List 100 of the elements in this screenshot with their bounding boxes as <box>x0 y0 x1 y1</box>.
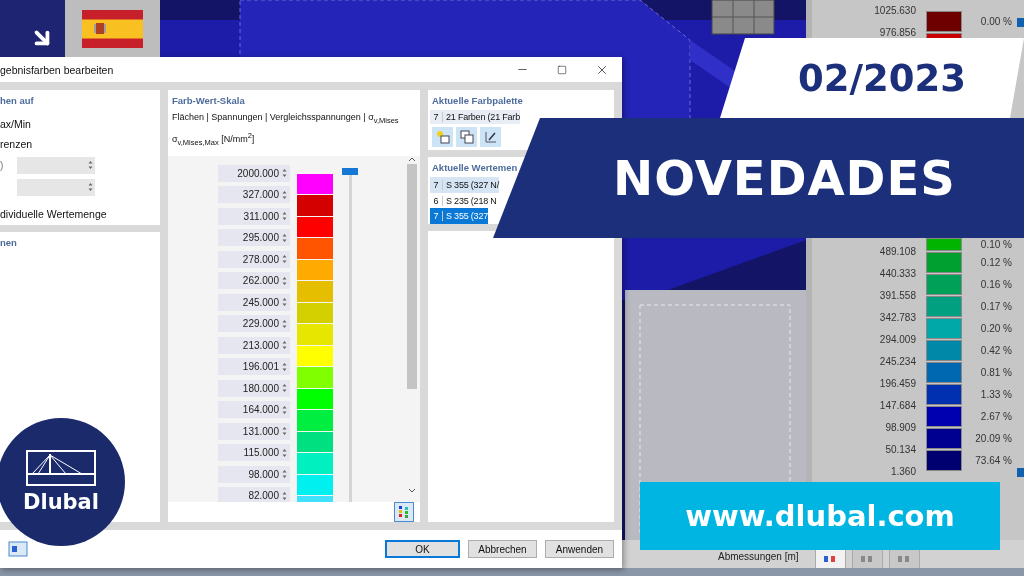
new-window-icon <box>435 130 450 144</box>
field-label: ) <box>0 159 5 171</box>
edition-date: 02/2023 <box>798 56 966 100</box>
section-heading: nen <box>0 236 18 250</box>
legend-value: 245.234 <box>879 355 916 369</box>
option-label: renzen <box>0 137 34 152</box>
value-field[interactable]: 245.000 <box>218 293 290 311</box>
color-swatch[interactable] <box>297 431 333 453</box>
legend-percent: 0.10 % <box>980 238 1012 252</box>
color-swatch[interactable] <box>297 238 333 259</box>
legend-value: 976.856 <box>879 26 916 38</box>
value-field[interactable]: 164.000 <box>218 401 290 419</box>
dialog-button[interactable]: Abbrechen <box>468 540 537 558</box>
spin-arrows-icon[interactable] <box>282 404 287 415</box>
edit-palette-button[interactable] <box>480 127 501 147</box>
section-heading: Aktuelle Wertemen <box>431 161 519 175</box>
value-field[interactable]: 180.000 <box>218 379 290 397</box>
palette-row[interactable]: 7 21 Farben (21 Farb <box>430 110 520 124</box>
color-swatch[interactable] <box>297 302 333 324</box>
color-swatch[interactable] <box>297 173 333 195</box>
legend-percent: 0.17 % <box>980 300 1012 314</box>
value-set-option[interactable]: 7 S 355 (327 <box>430 208 489 224</box>
value-field[interactable]: 229.000 <box>218 315 290 333</box>
legend-value: 1025.630 <box>874 4 916 18</box>
color-swatch[interactable] <box>297 388 333 410</box>
color-swatch[interactable] <box>297 367 333 388</box>
color-swatch[interactable] <box>297 345 333 367</box>
maximize-icon <box>557 64 567 75</box>
view-tab[interactable] <box>888 548 920 568</box>
spin-arrows-icon[interactable] <box>282 469 287 480</box>
section-heading: hen auf <box>0 94 35 108</box>
legend-percent: 0.00 % <box>980 15 1012 29</box>
spin-arrows-icon[interactable] <box>282 211 287 222</box>
window-title: gebnisfarben bearbeiten <box>0 63 115 76</box>
new-palette-button[interactable] <box>432 127 453 147</box>
value-field[interactable]: 196.001 <box>218 358 290 376</box>
view-tab[interactable] <box>814 548 846 568</box>
edit-icon <box>483 130 498 144</box>
spin-arrows-icon[interactable] <box>282 340 287 351</box>
value-field[interactable]: 262.000 <box>218 272 290 290</box>
value-set-combobox[interactable]: 7 S 355 (327 N/ <box>430 177 499 193</box>
scale-subtitle: σ$_{v,Mises,Max}$ [N/mm$^{2}$] <box>171 129 256 149</box>
color-scale-icon <box>398 505 410 519</box>
spin-arrows-icon[interactable] <box>282 383 287 394</box>
legend-value: 1.360 <box>890 465 916 479</box>
value-field[interactable]: 278.000 <box>218 250 290 268</box>
value-field[interactable]: 311.000 <box>218 207 290 225</box>
legend-value: 196.459 <box>879 377 916 391</box>
slider-thumb[interactable] <box>342 167 358 175</box>
bridge-icon <box>26 450 96 486</box>
scroll-down-icon[interactable] <box>408 488 416 494</box>
tab-icon <box>897 553 912 564</box>
units-icon[interactable] <box>8 541 28 557</box>
color-swatch[interactable] <box>297 195 333 216</box>
spin-arrows-icon[interactable] <box>282 447 287 458</box>
legend-value: 294.009 <box>879 333 916 347</box>
legend-percent: 73.64 % <box>975 454 1012 468</box>
spin-arrows-icon[interactable] <box>282 168 287 179</box>
value-field[interactable]: 2000.000 <box>218 164 290 182</box>
legend-percent: 0.16 % <box>980 278 1012 292</box>
logo-text: Dlubal <box>23 490 99 514</box>
scale-slider[interactable] <box>342 167 358 502</box>
color-swatch[interactable] <box>297 259 333 281</box>
color-swatch[interactable] <box>297 216 333 238</box>
scroll-up-icon[interactable] <box>408 155 416 162</box>
value-field[interactable]: 213.000 <box>218 336 290 354</box>
legend-value: 342.783 <box>879 311 916 325</box>
value-field[interactable]: 131.000 <box>218 422 290 440</box>
spin-arrows-icon[interactable] <box>282 426 287 437</box>
value-field[interactable]: 327.000 <box>218 186 290 204</box>
color-swatch[interactable] <box>297 410 333 431</box>
color-swatch[interactable] <box>297 324 333 345</box>
section-heading: Farb-Wert-Skala <box>171 94 246 108</box>
copy-icon <box>459 130 474 144</box>
range-marker-icon[interactable] <box>1017 18 1024 27</box>
option-label: ax/Min <box>0 117 32 132</box>
view-tab[interactable] <box>851 548 883 568</box>
legend-value: 440.333 <box>879 267 916 281</box>
range-marker-icon[interactable] <box>1017 468 1024 477</box>
color-swatch[interactable] <box>297 453 333 474</box>
spin-arrows-icon[interactable] <box>282 318 287 329</box>
value-field[interactable]: 82.000 <box>218 487 290 502</box>
dialog-button[interactable]: Anwenden <box>545 540 614 558</box>
value-field[interactable]: 98.000 <box>218 465 290 483</box>
value-field[interactable]: 115.000 <box>218 444 290 462</box>
spin-arrows-icon[interactable] <box>282 361 287 372</box>
copy-palette-button[interactable] <box>456 127 477 147</box>
color-swatch[interactable] <box>297 474 333 496</box>
spin-arrows-icon[interactable] <box>282 254 287 265</box>
value-field[interactable]: 295.000 <box>218 229 290 247</box>
scale-tool-button[interactable] <box>394 502 414 522</box>
spin-arrows-icon[interactable] <box>282 189 287 200</box>
color-swatch[interactable] <box>297 281 333 302</box>
dialog-button[interactable]: OK <box>385 540 460 558</box>
spin-arrows-icon[interactable] <box>282 297 287 308</box>
spin-arrows-icon[interactable] <box>282 275 287 286</box>
spin-arrows-icon[interactable] <box>282 490 287 501</box>
legend-value: 50.134 <box>885 443 916 457</box>
spin-arrows-icon[interactable] <box>282 232 287 243</box>
tab-icon <box>860 553 875 564</box>
